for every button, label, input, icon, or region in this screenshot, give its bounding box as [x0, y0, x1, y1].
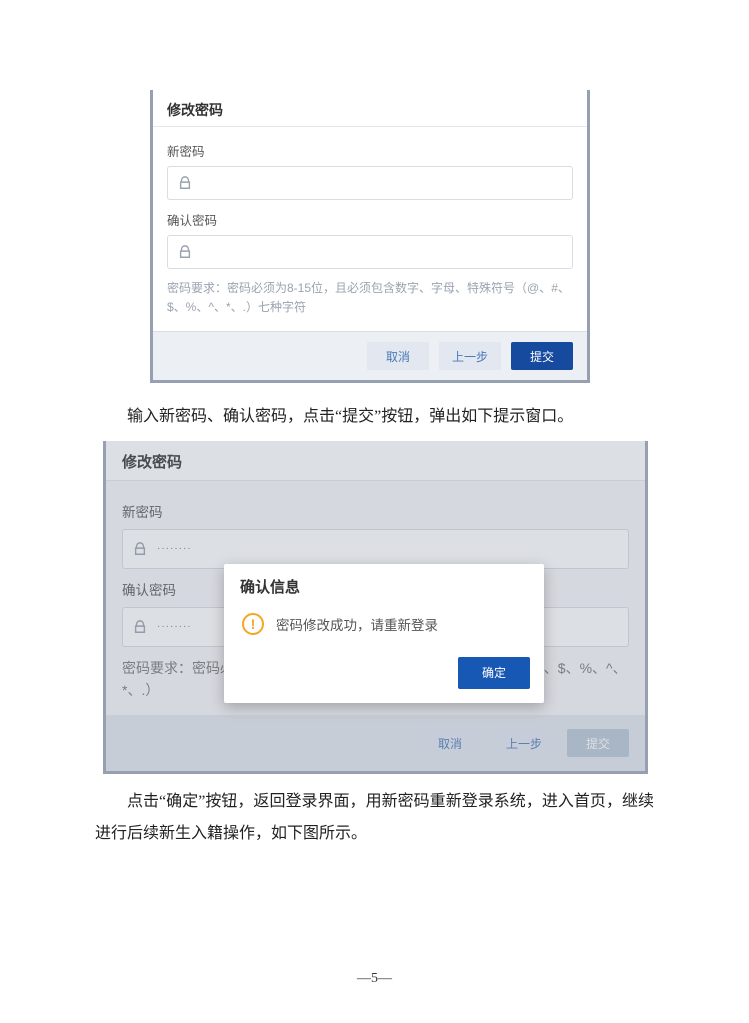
- prev-step-button[interactable]: 上一步: [439, 342, 501, 370]
- submit-button-disabled: 提交: [567, 729, 629, 757]
- masked-value: ········: [157, 543, 192, 554]
- lock-icon: [178, 245, 192, 259]
- lock-icon: [178, 176, 192, 190]
- masked-value: ········: [157, 621, 192, 632]
- page-number: —5—: [0, 971, 749, 987]
- new-password-label: 新密码: [167, 141, 573, 160]
- dialog-title: 确认信息: [224, 564, 544, 607]
- confirm-password-input[interactable]: [167, 235, 573, 269]
- lock-icon: [133, 542, 147, 556]
- lock-icon: [133, 620, 147, 634]
- screenshot-change-password: 修改密码 新密码 确认密码 密码要求：密码必须为8-15位，且必须包含数字、字母…: [150, 90, 590, 383]
- new-password-input[interactable]: ········: [122, 529, 629, 569]
- prev-step-button[interactable]: 上一步: [493, 729, 555, 757]
- password-requirement: 密码要求：密码必须为8-15位，且必须包含数字、字母、特殊符号（@、#、$、%、…: [167, 279, 573, 317]
- instruction-paragraph-1: 输入新密码、确认密码，点击“提交”按钮，弹出如下提示窗口。: [95, 401, 654, 432]
- panel-title: 修改密码: [153, 90, 587, 127]
- new-password-input[interactable]: [167, 166, 573, 200]
- confirm-password-label: 确认密码: [167, 210, 573, 229]
- cancel-button[interactable]: 取消: [367, 342, 429, 370]
- ok-button[interactable]: 确定: [458, 657, 530, 689]
- cancel-button[interactable]: 取消: [419, 729, 481, 757]
- screenshot-confirm-modal: 修改密码 新密码 ········ 确认密码 ········ 密码要求：密码必…: [103, 441, 648, 775]
- instruction-paragraph-2: 点击“确定”按钮，返回登录界面，用新密码重新登录系统，进入首页，继续进行后续新生…: [95, 786, 654, 848]
- dialog-message: 密码修改成功，请重新登录: [276, 614, 438, 634]
- new-password-label: 新密码: [122, 501, 629, 521]
- panel-title: 修改密码: [106, 441, 645, 481]
- confirm-dialog: 确认信息 ! 密码修改成功，请重新登录 确定: [224, 564, 544, 703]
- warning-icon: !: [242, 613, 264, 635]
- submit-button[interactable]: 提交: [511, 342, 573, 370]
